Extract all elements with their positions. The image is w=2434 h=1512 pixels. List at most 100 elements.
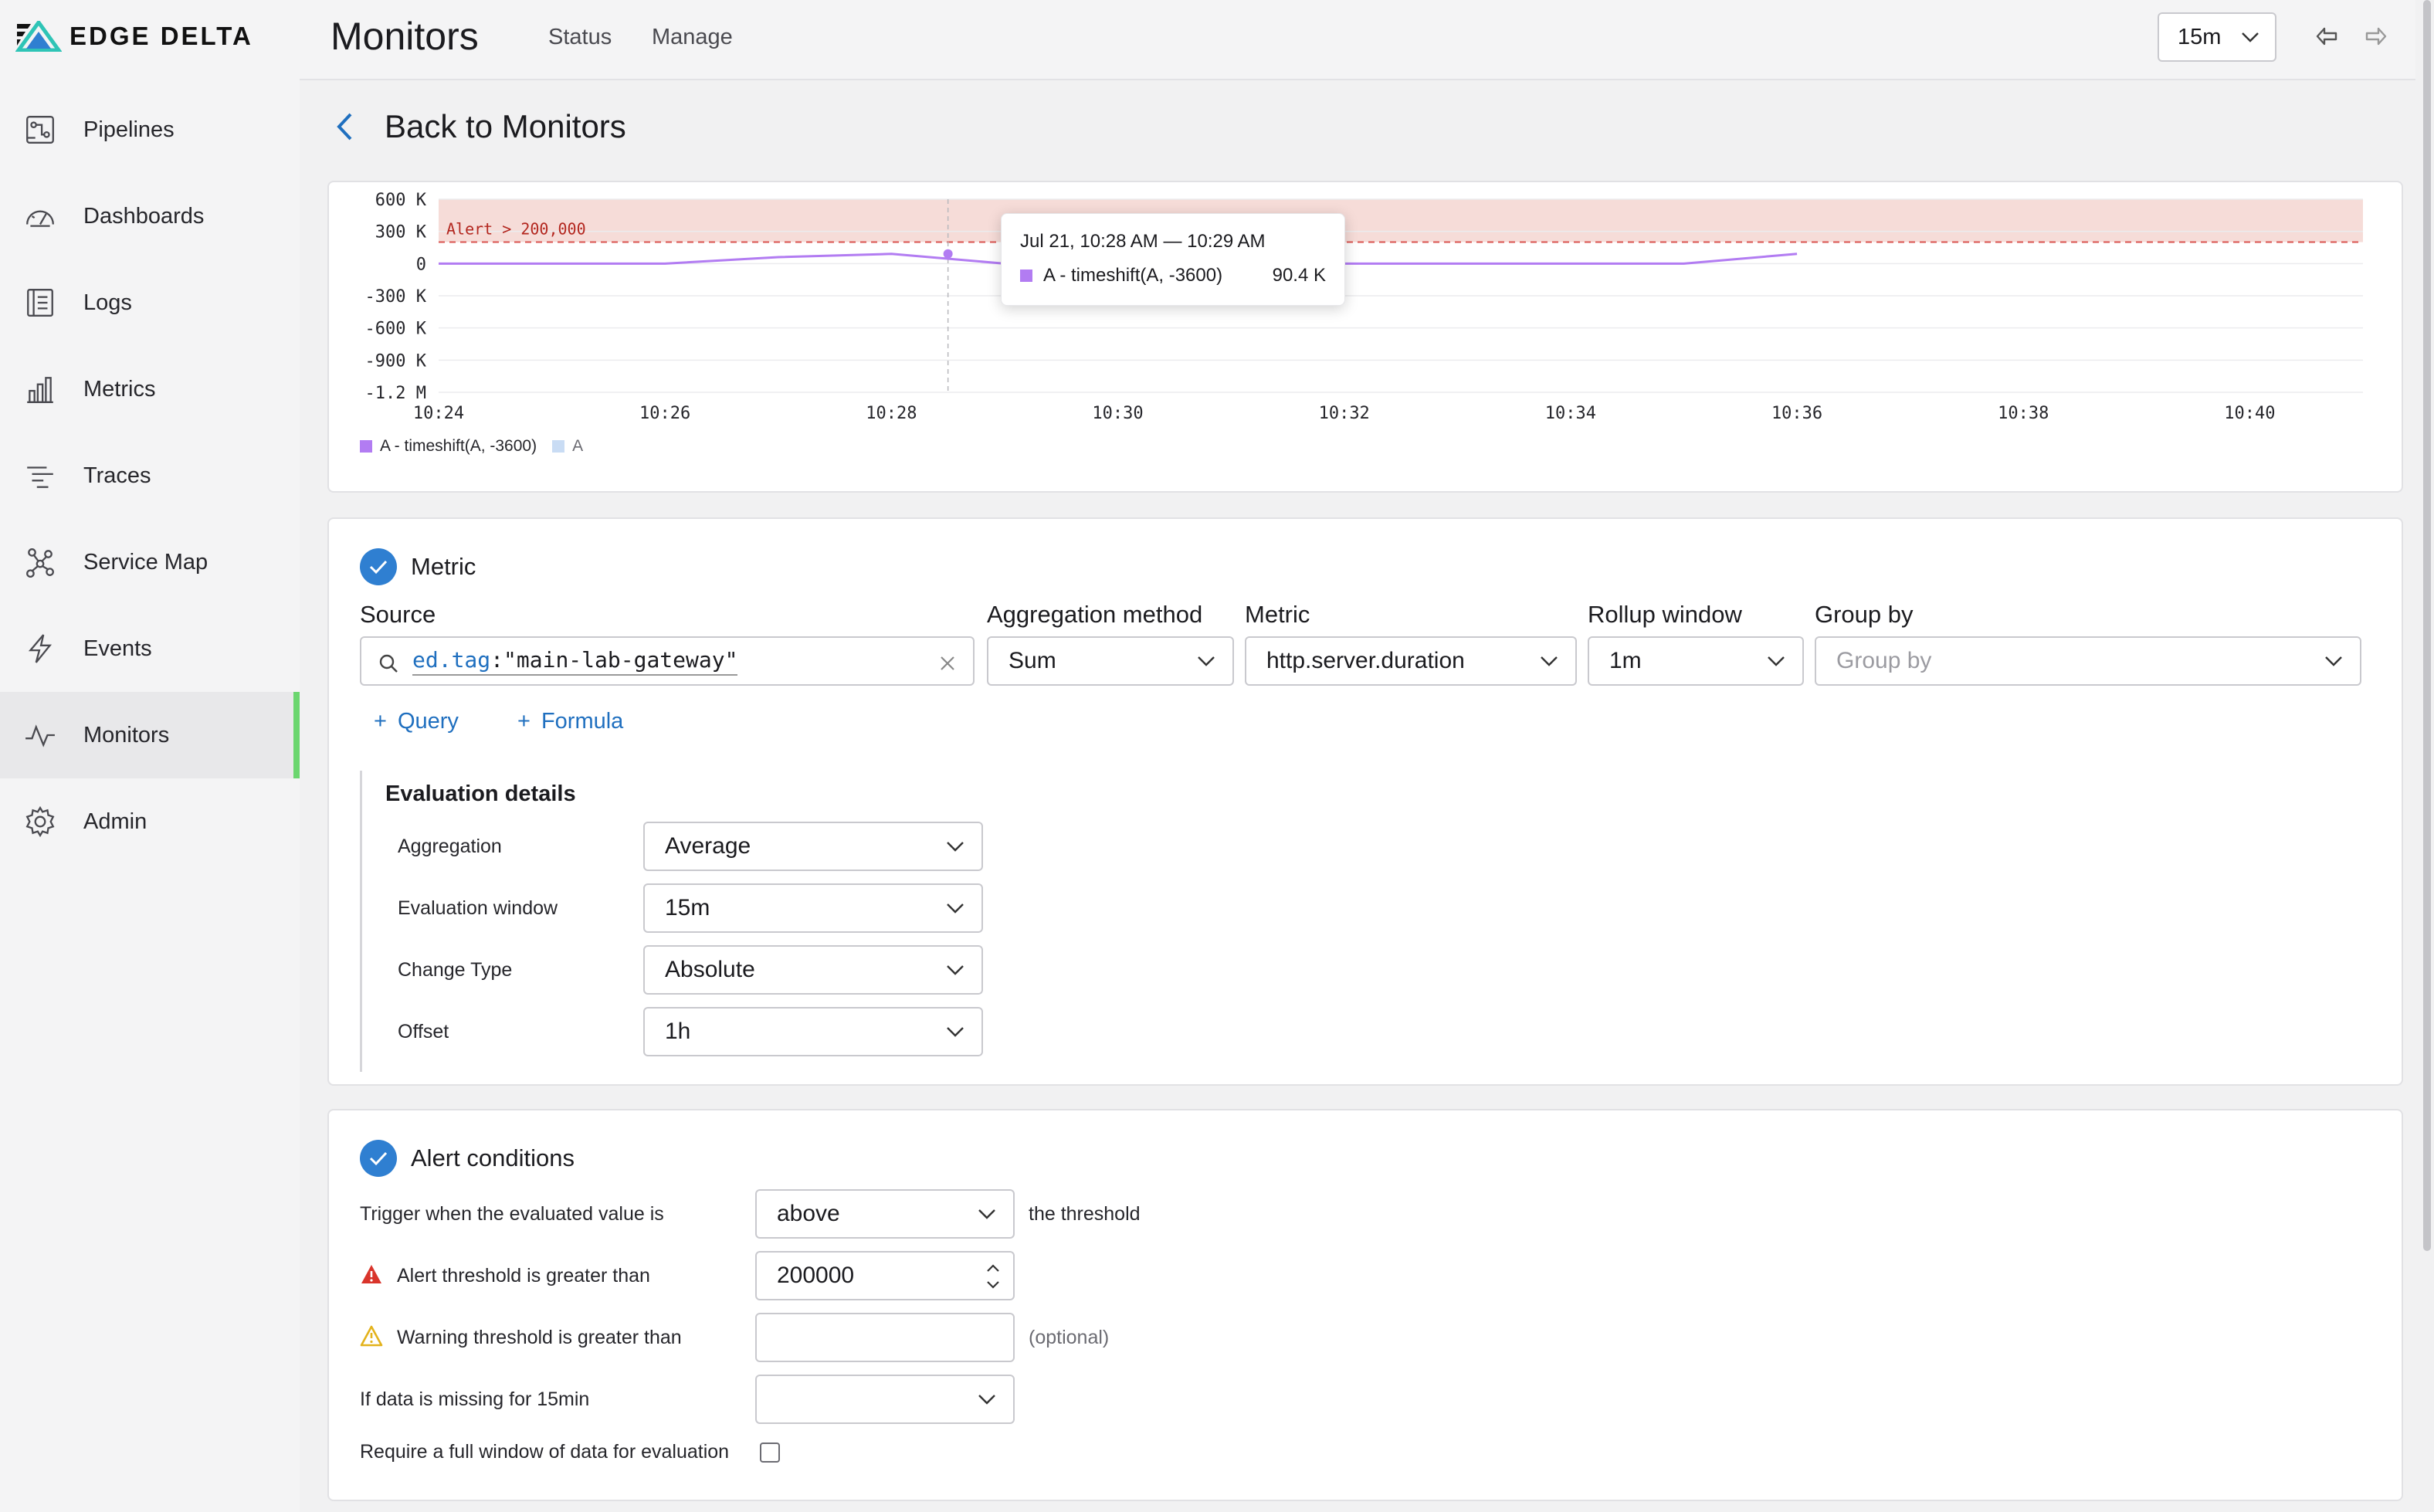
hover-point [943, 249, 953, 259]
tab-status[interactable]: Status [548, 25, 612, 50]
number-stepper-icon[interactable] [985, 1262, 1001, 1291]
edge-delta-logo-icon [15, 21, 62, 52]
service-map-icon [23, 545, 57, 579]
alert-threshold-input[interactable]: 200000 [755, 1251, 1015, 1300]
sidebar-item-monitors[interactable]: Monitors [0, 692, 300, 778]
legend-item-a[interactable]: A [552, 437, 583, 456]
sidebar-item-label: Admin [83, 809, 147, 834]
aggregation-value: Average [665, 833, 751, 859]
full-window-checkbox[interactable] [760, 1443, 780, 1463]
offset-select[interactable]: 1h [643, 1007, 983, 1056]
tooltip-swatch [1020, 270, 1032, 282]
change-type-label: Change Type [398, 959, 513, 981]
tooltip-series: A - timeshift(A, -3600) [1020, 265, 1222, 286]
sidebar-item-metrics[interactable]: Metrics [0, 346, 300, 432]
source-query-text: ed.tag:"main-lab-gateway" [412, 646, 738, 676]
timeseries-chart[interactable]: 600 K 300 K 0 -300 K -600 K -900 K -1.2 M Alert… [329, 182, 2405, 494]
aggregation-method-select[interactable]: Sum [987, 636, 1234, 686]
offset-label: Offset [398, 1021, 449, 1042]
chevron-left-icon [337, 113, 352, 141]
clear-icon[interactable] [939, 655, 956, 672]
add-formula-label: Formula [541, 709, 624, 734]
full-window-label: Require a full window of data for evalua… [360, 1441, 730, 1463]
add-formula-button[interactable]: + Formula [517, 709, 623, 734]
time-range-value: 15m [2178, 24, 2222, 49]
time-range-select[interactable]: 15m [2158, 12, 2276, 62]
alert-conditions-card: Alert conditions Trigger when the evalua… [327, 1109, 2403, 1501]
warning-threshold-label: Warning threshold is greater than [397, 1327, 682, 1348]
metric-select[interactable]: http.server.duration [1245, 636, 1577, 686]
rollup-window-value: 1m [1609, 648, 1642, 673]
undo-arrow-icon[interactable] [2314, 23, 2340, 49]
sidebar: EDGE DELTA Pipelines Dashboards Logs Met… [0, 0, 300, 1512]
x-tick-label: 10:36 [1771, 404, 1822, 423]
sidebar-item-traces[interactable]: Traces [0, 432, 300, 519]
sidebar-item-label: Service Map [83, 549, 208, 575]
rollup-window-select[interactable]: 1m [1588, 636, 1804, 686]
sidebar-item-events[interactable]: Events [0, 605, 300, 692]
query-separator: : [490, 646, 504, 673]
tooltip-value: 90.4 K [1272, 265, 1326, 286]
sidebar-item-pipelines[interactable]: Pipelines [0, 86, 300, 173]
evaluation-window-select[interactable]: 15m [643, 883, 983, 933]
trigger-label: Trigger when the evaluated value is [360, 1203, 664, 1225]
legend-label: A [572, 437, 584, 455]
logs-icon [23, 286, 57, 320]
alert-section-header: Alert conditions [360, 1140, 575, 1177]
x-tick-label: 10:24 [413, 404, 464, 423]
evaluation-window-label: Evaluation window [398, 897, 558, 919]
dashboard-gauge-icon [23, 199, 57, 233]
chevron-down-icon [1768, 656, 1785, 666]
chevron-down-icon [947, 965, 964, 975]
missing-data-select[interactable] [755, 1375, 1015, 1424]
x-tick-label: 10:34 [1545, 404, 1596, 423]
check-circle-icon [360, 548, 397, 585]
x-tick-label: 10:30 [1092, 404, 1143, 423]
metric-section-header: Metric [360, 548, 476, 585]
y-tick-label: -600 K [365, 320, 427, 339]
missing-data-label: If data is missing for 15min [360, 1388, 590, 1410]
aggregation-select[interactable]: Average [643, 822, 983, 871]
alert-zone [439, 199, 2363, 242]
chevron-down-icon [1198, 656, 1215, 666]
sidebar-item-logs[interactable]: Logs [0, 259, 300, 346]
scrollbar-thumb[interactable] [2423, 0, 2431, 1251]
threshold-label: Alert > 200,000 [446, 220, 586, 239]
edge-delta-logo[interactable]: EDGE DELTA [15, 19, 253, 54]
check-circle-icon [360, 1140, 397, 1177]
group-by-select[interactable]: Group by [1815, 636, 2361, 686]
pulse-icon [23, 718, 57, 752]
sidebar-item-admin[interactable]: Admin [0, 778, 300, 865]
group-by-placeholder: Group by [1836, 648, 1932, 673]
change-type-select[interactable]: Absolute [643, 945, 983, 995]
scrollbar[interactable] [2415, 0, 2434, 1512]
legend-item-timeshift[interactable]: A - timeshift(A, -3600) [360, 437, 537, 456]
search-icon [379, 654, 398, 673]
tab-manage[interactable]: Manage [652, 25, 733, 50]
x-tick-label: 10:28 [866, 404, 917, 423]
page-title: Monitors [331, 15, 479, 58]
chart-tooltip: Jul 21, 10:28 AM — 10:29 AM A - timeshif… [1001, 213, 1345, 306]
evaluation-title: Evaluation details [385, 781, 576, 806]
sidebar-item-dashboards[interactable]: Dashboards [0, 173, 300, 259]
sidebar-item-label: Events [83, 636, 152, 661]
tooltip-time: Jul 21, 10:28 AM — 10:29 AM [1020, 231, 1266, 252]
trigger-direction-select[interactable]: above [755, 1189, 1015, 1239]
sidebar-nav: Pipelines Dashboards Logs Metrics Traces [0, 86, 300, 865]
metric-label: Metric [1245, 601, 1310, 628]
change-type-value: Absolute [665, 957, 755, 982]
main-content: Monitors Status Manage 15m Back to Monit… [300, 0, 2434, 1512]
chevron-down-icon [947, 1027, 964, 1037]
traces-icon [23, 459, 57, 493]
metric-card: Metric Source Aggregation method Metric … [327, 517, 2403, 1086]
rollup-window-label: Rollup window [1588, 601, 1742, 628]
warning-optional-hint: (optional) [1029, 1327, 1110, 1348]
add-query-label: Query [397, 709, 459, 734]
back-to-monitors-link[interactable]: Back to Monitors [335, 108, 626, 145]
redo-arrow-icon[interactable] [2363, 23, 2389, 49]
add-query-button[interactable]: + Query [374, 709, 459, 734]
source-query-input[interactable]: ed.tag:"main-lab-gateway" [360, 636, 975, 686]
sidebar-item-service-map[interactable]: Service Map [0, 519, 300, 605]
offset-value: 1h [665, 1019, 691, 1044]
warning-threshold-input[interactable] [755, 1313, 1015, 1362]
